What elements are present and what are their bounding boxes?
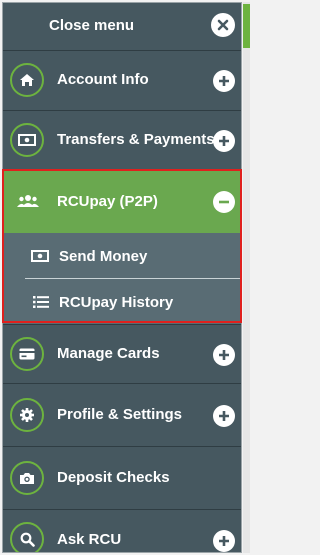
list-icon <box>33 295 49 313</box>
menu-item-label: Account Info <box>57 71 149 88</box>
plus-icon[interactable] <box>213 70 235 92</box>
menu-item-transfers-payments[interactable]: Transfers & Payments <box>3 111 241 171</box>
search-icon <box>10 522 44 552</box>
menu-item-account-info[interactable]: Account Info <box>3 51 241 111</box>
plus-icon[interactable] <box>213 530 235 552</box>
gear-icon <box>10 398 44 432</box>
menu-item-label: Manage Cards <box>57 345 160 362</box>
submenu-item-label: RCUpay History <box>59 294 174 311</box>
menu-item-label: RCUpay (P2P) <box>57 193 158 210</box>
menu-item-manage-cards[interactable]: Manage Cards <box>3 324 241 384</box>
people-icon <box>17 194 39 213</box>
plus-icon[interactable] <box>213 344 235 366</box>
submenu-item-send-money[interactable]: Send Money <box>3 233 241 279</box>
menu-item-label: Transfers & Payments <box>57 131 215 148</box>
menu-item-deposit-checks[interactable]: Deposit Checks <box>3 447 241 510</box>
card-icon <box>10 337 44 371</box>
submenu-item-rcupay-history[interactable]: RCUpay History <box>3 279 241 324</box>
menu-item-label: Deposit Checks <box>57 469 170 486</box>
minus-icon[interactable] <box>213 191 235 213</box>
plus-icon[interactable] <box>213 130 235 152</box>
menu-item-rcupay[interactable]: RCUpay (P2P) <box>3 171 241 233</box>
plus-icon[interactable] <box>213 405 235 427</box>
camera-icon <box>10 461 44 495</box>
menu-item-label: Profile & Settings <box>57 406 183 423</box>
close-icon[interactable] <box>211 13 235 37</box>
money-icon <box>10 123 44 157</box>
submenu-item-label: Send Money <box>59 248 148 265</box>
menu-item-profile-settings[interactable]: Profile & Settings <box>3 384 241 447</box>
home-icon <box>10 63 44 97</box>
menu-item-ask-rcu[interactable]: Ask RCU <box>3 510 241 552</box>
money-icon <box>31 249 49 267</box>
menu-item-label: Ask RCU <box>57 531 122 548</box>
edge-accent <box>243 4 250 48</box>
side-menu: Close menu Account Info Transfers & Paym… <box>2 2 242 553</box>
close-menu-row[interactable]: Close menu <box>3 3 241 51</box>
close-menu-label: Close menu <box>49 17 135 34</box>
background-edge <box>243 2 250 553</box>
